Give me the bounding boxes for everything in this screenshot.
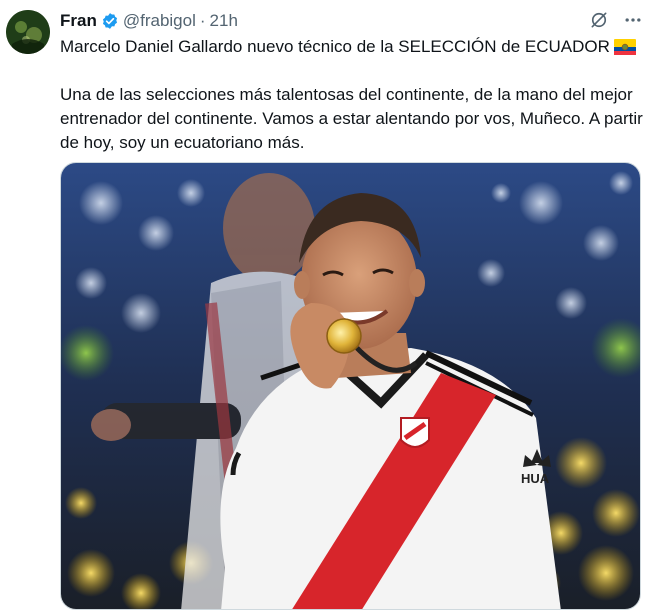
verified-badge-icon [101,12,119,30]
header-separator: · [199,11,206,30]
author-avatar[interactable] [6,10,50,54]
tweet-actions [589,10,643,30]
tweet-header: Fran @frabigol · 21h [60,10,238,32]
tweet-photo[interactable]: HUA [60,162,641,610]
tweet-card[interactable]: Fran @frabigol · 21h Marcelo Daniel Gall… [0,0,665,615]
tweet-timestamp[interactable]: 21h [210,11,238,31]
author-name[interactable]: Fran [60,11,97,31]
grok-icon[interactable] [589,10,609,30]
tweet-headline: Marcelo Daniel Gallardo nuevo técnico de… [60,37,610,56]
tweet-line-1: Marcelo Daniel Gallardo nuevo técnico de… [60,35,650,59]
author-handle[interactable]: @frabigol [123,11,196,31]
more-icon[interactable] [623,10,643,30]
photo-illustration: HUA [61,163,640,609]
ecuador-flag-icon [613,38,636,55]
tweet-text: Marcelo Daniel Gallardo nuevo técnico de… [60,35,650,155]
tweet-paragraph-2: Una de las selecciones más talentosas de… [60,85,643,152]
jersey-sponsor-text: HUA [521,471,550,486]
